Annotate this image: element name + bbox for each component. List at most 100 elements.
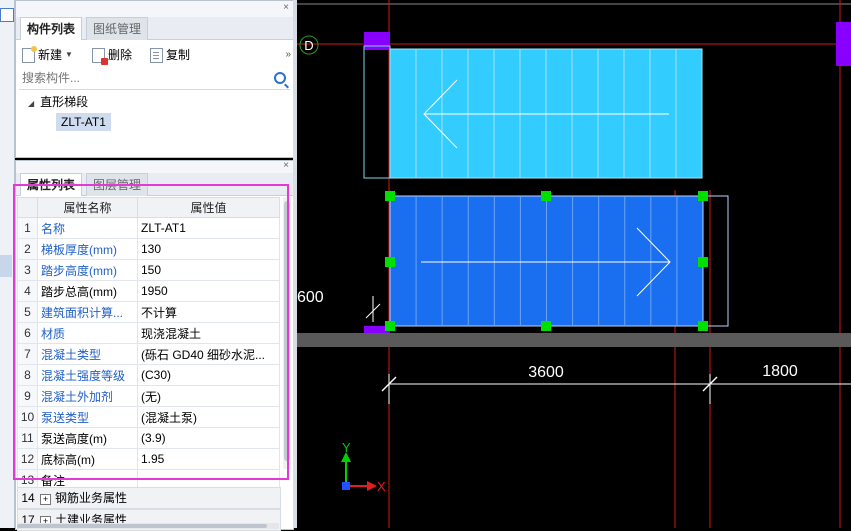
property-row[interactable]: 7 混凝土类型 (砾石 GD40 细砂水泥... — [17, 343, 280, 365]
row-number: 1 — [17, 217, 38, 239]
property-name: 建筑面积计算... — [37, 301, 138, 323]
property-row[interactable]: 12 底标高(m) 1.95 — [17, 448, 280, 470]
copy-button[interactable]: 复制 — [150, 46, 190, 64]
property-name: 材质 — [37, 322, 138, 344]
expand-plus-icon[interactable]: + — [40, 494, 51, 505]
property-row[interactable]: 3 踏步高度(mm) 150 — [17, 259, 280, 281]
scrollbar-thumb[interactable] — [284, 201, 290, 461]
search-icon[interactable] — [274, 72, 286, 84]
scrollbar-thumb[interactable] — [17, 524, 267, 528]
copy-icon — [150, 47, 163, 63]
column-top-left[interactable] — [364, 32, 390, 50]
horizontal-scrollbar[interactable] — [17, 523, 279, 529]
property-value-field[interactable]: (混凝土泵) — [137, 406, 280, 428]
property-row[interactable]: 1 名称 ZLT-AT1 — [17, 217, 280, 239]
grip-handle[interactable] — [385, 321, 395, 331]
dock-window-icon[interactable] — [0, 8, 14, 22]
property-list-panel: × 属性列表 图层管理 属性名称 属性值 1 名称 ZLT-AT1 2 梯板厚度(mm)… — [13, 160, 294, 531]
grip-handle[interactable] — [541, 191, 551, 201]
property-name: 混凝土外加剂 — [37, 385, 138, 407]
delete-button[interactable]: 删除 — [92, 46, 133, 65]
tab-property-list[interactable]: 属性列表 — [20, 173, 83, 196]
property-value-field[interactable]: (砾石 GD40 细砂水泥... — [137, 343, 280, 365]
component-search — [19, 69, 290, 90]
property-name: 泵送高度(m) — [37, 427, 138, 449]
new-button[interactable]: 新建 ▼ — [22, 45, 73, 64]
expand-triangle-icon[interactable]: ◢ — [28, 99, 34, 108]
property-panel-tabs: 属性列表 图层管理 — [16, 173, 293, 196]
property-value-field[interactable]: 150 — [137, 259, 280, 281]
beam — [297, 333, 851, 347]
column-top-right[interactable] — [836, 22, 851, 66]
property-row[interactable]: 10 泵送类型 (混凝土泵) — [17, 406, 280, 428]
grip-handle[interactable] — [698, 321, 708, 331]
tree-item-zlt-at1[interactable]: ZLT-AT1 — [56, 113, 111, 131]
tree-group-label: 直形梯段 — [40, 95, 89, 109]
drawing-canvas[interactable]: D 600 3600 1800 Y X — [297, 0, 851, 528]
property-table: 属性名称 属性值 1 名称 ZLT-AT1 2 梯板厚度(mm) 130 3 踏步高度(mm)… — [17, 197, 280, 491]
vertical-scrollbar[interactable] — [283, 197, 291, 469]
left-dock-strip — [0, 0, 15, 528]
more-icon[interactable]: » — [285, 49, 291, 60]
component-panel-tabs: 构件列表 图纸管理 — [16, 17, 293, 40]
component-toolbar: 新建 ▼ 删除 复制 » — [16, 43, 293, 67]
property-row[interactable]: 9 混凝土外加剂 (无) — [17, 385, 280, 407]
property-name: 底标高(m) — [37, 448, 138, 470]
row-number: 10 — [17, 406, 38, 428]
axis-label-d: D — [304, 38, 313, 53]
header-property-value: 属性值 — [137, 197, 280, 218]
group-row-rebar-properties[interactable]: 14 + 钢筋业务属性 — [17, 487, 281, 509]
property-row[interactable]: 5 建筑面积计算... 不计算 — [17, 301, 280, 323]
grip-handle[interactable] — [698, 191, 708, 201]
row-number: 6 — [17, 322, 38, 344]
grip-handle[interactable] — [385, 257, 395, 267]
property-value-field[interactable]: 现浇混凝土 — [137, 322, 280, 344]
row-number: 8 — [17, 364, 38, 386]
property-value-field[interactable]: (3.9) — [137, 427, 280, 449]
delete-icon — [92, 47, 108, 65]
property-row[interactable]: 8 混凝土强度等级 (C30) — [17, 364, 280, 386]
grip-handle[interactable] — [698, 257, 708, 267]
property-value-field[interactable]: 1950 — [137, 280, 280, 302]
property-value-field[interactable]: (C30) — [137, 364, 280, 386]
close-icon[interactable]: × — [283, 160, 289, 171]
new-label: 新建 — [38, 48, 63, 62]
search-input[interactable] — [19, 69, 265, 87]
property-name: 名称 — [37, 217, 138, 239]
group-label: 钢筋业务属性 — [55, 491, 128, 505]
property-value-field[interactable]: 不计算 — [137, 301, 280, 323]
property-name: 踏步总高(mm) — [37, 280, 138, 302]
property-name: 混凝土强度等级 — [37, 364, 138, 386]
property-value-field[interactable]: 130 — [137, 238, 280, 260]
property-value-field[interactable]: (无) — [137, 385, 280, 407]
close-icon[interactable]: × — [283, 2, 289, 13]
stair-flight-upper[interactable] — [389, 48, 703, 179]
table-header-row: 属性名称 属性值 — [17, 197, 280, 218]
grip-handle[interactable] — [541, 321, 551, 331]
ucs-origin — [342, 482, 350, 490]
stair-flight-lower[interactable] — [389, 195, 704, 327]
chevron-down-icon[interactable]: ▼ — [65, 46, 73, 64]
grip-handle[interactable] — [385, 191, 395, 201]
tab-drawing-management[interactable]: 图纸管理 — [86, 17, 149, 40]
tab-component-list[interactable]: 构件列表 — [20, 17, 83, 40]
dock-active-indicator — [0, 255, 12, 277]
property-row[interactable]: 6 材质 现浇混凝土 — [17, 322, 280, 344]
delete-label: 删除 — [108, 48, 133, 62]
property-row[interactable]: 2 梯板厚度(mm) 130 — [17, 238, 280, 260]
tab-layer-management[interactable]: 图层管理 — [86, 173, 149, 196]
property-name: 混凝土类型 — [37, 343, 138, 365]
ucs-y-label: Y — [342, 440, 351, 455]
row-number: 7 — [17, 343, 38, 365]
property-row[interactable]: 11 泵送高度(m) (3.9) — [17, 427, 280, 449]
property-row[interactable]: 4 踏步总高(mm) 1950 — [17, 280, 280, 302]
property-name: 泵送类型 — [37, 406, 138, 428]
panel-title-bar: × — [16, 1, 293, 17]
property-value-field[interactable]: ZLT-AT1 — [137, 217, 280, 239]
row-number: 3 — [17, 259, 38, 281]
dimension-text-3600: 3600 — [528, 364, 564, 381]
tree-group-straight-flight[interactable]: ◢ 直形梯段 — [28, 93, 88, 111]
dimension-text-600: 600 — [297, 289, 324, 306]
property-value-field[interactable]: 1.95 — [137, 448, 280, 470]
component-list-panel: × 构件列表 图纸管理 新建 ▼ 删除 复制 » ◢ 直形梯段 ZLT-AT1 — [15, 0, 294, 158]
